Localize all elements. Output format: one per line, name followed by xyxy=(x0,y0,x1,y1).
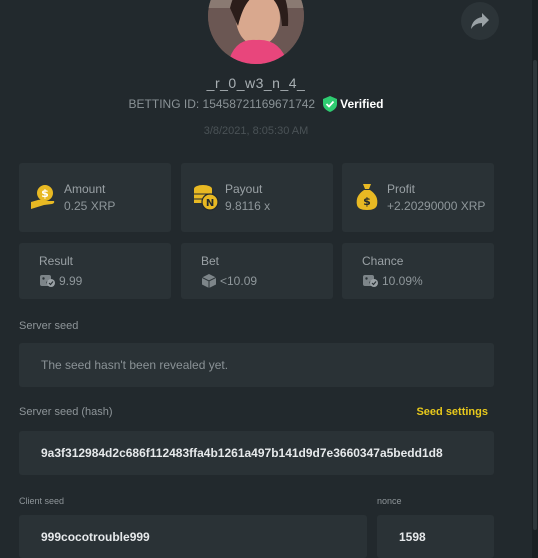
server-seed-hash-value: 9a3f312984d2c686f112483ffa4b1261a497b141… xyxy=(41,446,443,460)
seed-settings-link[interactable]: Seed settings xyxy=(416,406,488,418)
amount-value: 0.25 XRP xyxy=(64,199,116,213)
client-seed-field[interactable]: 999cocotrouble999 xyxy=(19,515,367,558)
user-avatar xyxy=(208,0,304,64)
coin-stack-icon: N xyxy=(194,185,219,211)
profit-card: $ Profit +2.20290000 XRP xyxy=(342,163,494,232)
svg-text:N: N xyxy=(206,198,214,209)
betting-id: BETTING ID: 15458721169671742 xyxy=(128,97,316,111)
scrollbar[interactable] xyxy=(532,0,538,558)
bet-details-panel: _r_0_w3_n_4_ BETTING ID: 154587211696717… xyxy=(0,0,532,558)
nonce-label: nonce xyxy=(377,496,402,506)
scrollbar-thumb[interactable] xyxy=(533,60,537,530)
nonce-field[interactable]: 1598 xyxy=(377,515,494,558)
bet-card: Bet <10.09 xyxy=(181,243,333,299)
verified-label: Verified xyxy=(340,97,384,111)
svg-text:$: $ xyxy=(41,187,49,200)
coin-hand-icon: $ xyxy=(31,185,55,209)
payout-card: N Payout 9.8116 x xyxy=(181,163,333,232)
payout-label: Payout xyxy=(225,182,263,196)
share-icon xyxy=(471,13,489,29)
profit-value: +2.20290000 XRP xyxy=(387,199,486,213)
result-value: 9.99 xyxy=(59,274,83,288)
share-button[interactable] xyxy=(461,2,499,40)
svg-text:$: $ xyxy=(363,195,371,208)
chance-label: Chance xyxy=(362,254,404,268)
server-seed-value: The seed hasn't been revealed yet. xyxy=(41,358,229,372)
server-seed-hash-label: Server seed (hash) xyxy=(19,406,113,418)
dice-check-icon xyxy=(40,275,55,287)
chance-card: Chance 10.09% xyxy=(342,243,494,299)
bet-timestamp: 3/8/2021, 8:05:30 AM xyxy=(203,125,309,137)
result-label: Result xyxy=(39,254,74,268)
client-seed-value: 999cocotrouble999 xyxy=(41,529,150,544)
amount-label: Amount xyxy=(64,182,106,196)
payout-value: 9.8116 x xyxy=(225,199,271,213)
bet-value: <10.09 xyxy=(220,274,258,288)
chance-value: 10.09% xyxy=(382,274,423,288)
verified-shield-icon xyxy=(323,96,338,112)
nonce-value: 1598 xyxy=(399,529,426,544)
betting-id-row: BETTING ID: 15458721169671742 Verified xyxy=(0,96,512,112)
amount-card: $ Amount 0.25 XRP xyxy=(19,163,171,232)
dice-icon xyxy=(202,274,216,288)
verified-badge: Verified xyxy=(323,96,383,112)
server-seed-field[interactable]: The seed hasn't been revealed yet. xyxy=(19,343,494,387)
username: _r_0_w3_n_4_ xyxy=(206,75,306,91)
server-seed-label: Server seed xyxy=(19,320,79,332)
result-card: Result 9.99 xyxy=(19,243,171,299)
bet-label: Bet xyxy=(201,254,220,268)
money-bag-icon: $ xyxy=(356,184,378,210)
server-seed-hash-field[interactable]: 9a3f312984d2c686f112483ffa4b1261a497b141… xyxy=(19,431,494,475)
profit-label: Profit xyxy=(387,182,416,196)
dice-check-icon xyxy=(363,275,378,287)
client-seed-label: Client seed xyxy=(19,496,65,506)
